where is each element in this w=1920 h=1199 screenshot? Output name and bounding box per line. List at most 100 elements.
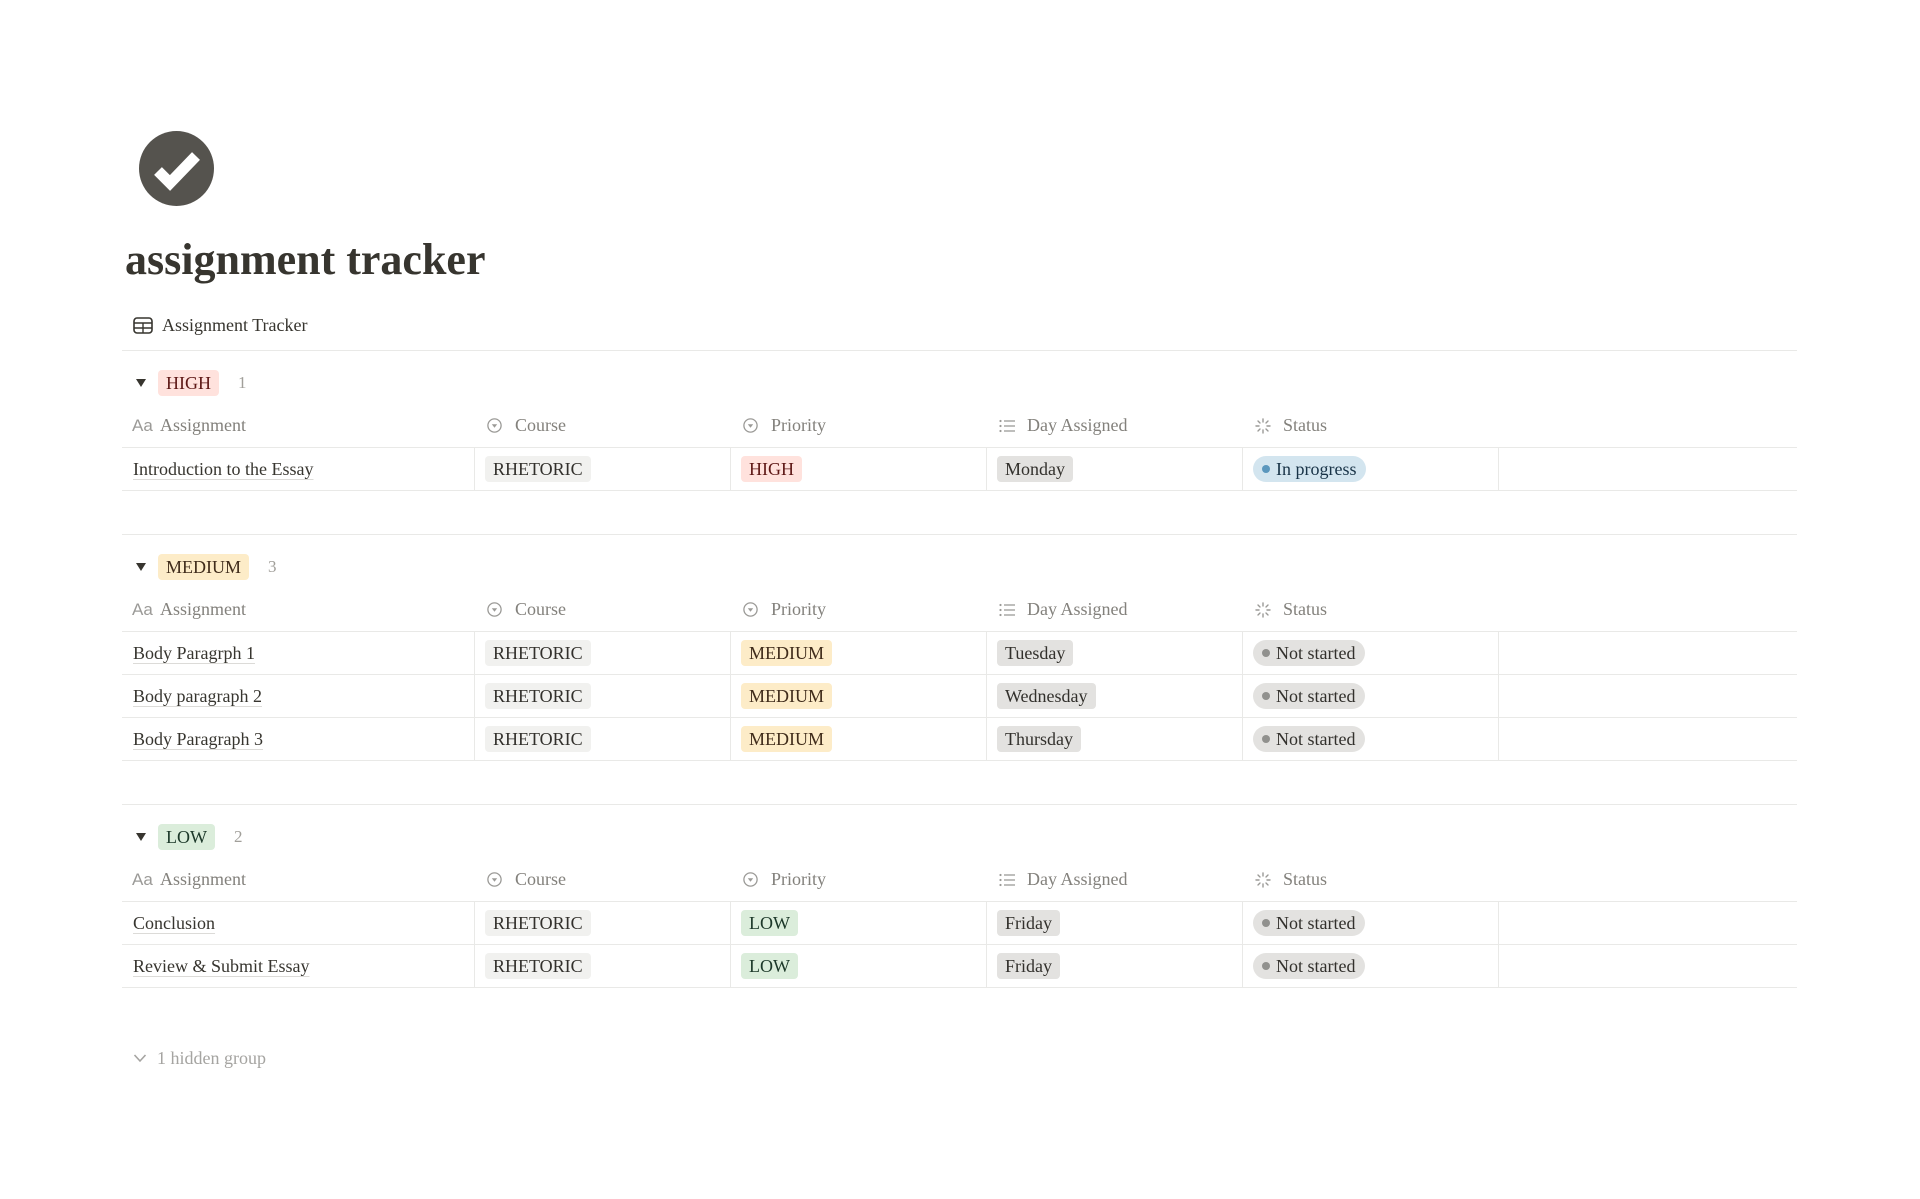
group-label[interactable]: LOW — [158, 824, 215, 850]
grouped-table: HIGH 1 Aa Assignment Course Priority Day … — [122, 350, 1797, 1031]
status-cell[interactable]: In progress — [1243, 448, 1499, 490]
day-assigned-cell[interactable]: Friday — [987, 902, 1243, 944]
status-tag: Not started — [1253, 683, 1366, 709]
status-label: Not started — [1276, 912, 1356, 933]
column-header-day-assigned[interactable]: Day Assigned — [987, 404, 1243, 447]
assignment-cell[interactable]: Body paragraph 2 — [122, 675, 475, 717]
group-low: LOW 2 Aa Assignment Course Priority Day A… — [122, 804, 1797, 1031]
assignment-cell[interactable]: Introduction to the Essay — [122, 448, 475, 490]
empty-cell — [1499, 632, 1797, 674]
column-header-course[interactable]: Course — [475, 404, 731, 447]
column-header-status[interactable]: Status — [1243, 404, 1499, 447]
priority-cell[interactable]: LOW — [731, 945, 987, 987]
assignment-title[interactable]: Introduction to the Essay — [133, 459, 313, 480]
column-header-day-assigned[interactable]: Day Assigned — [987, 588, 1243, 631]
column-header-status[interactable]: Status — [1243, 588, 1499, 631]
assignment-title[interactable]: Conclusion — [133, 913, 215, 934]
course-cell[interactable]: RHETORIC — [475, 448, 731, 490]
assignment-cell[interactable]: Body Paragrph 1 — [122, 632, 475, 674]
course-cell[interactable]: RHETORIC — [475, 718, 731, 760]
group-label[interactable]: MEDIUM — [158, 554, 249, 580]
group-collapse-toggle[interactable] — [133, 554, 153, 580]
column-header-row: Aa Assignment Course Priority Day Assigne… — [122, 404, 1797, 448]
hidden-groups-toggle[interactable]: 1 hidden group — [133, 1044, 266, 1072]
status-cell[interactable]: Not started — [1243, 945, 1499, 987]
page-title[interactable]: assignment tracker — [125, 234, 486, 286]
status-tag: Not started — [1253, 953, 1366, 979]
day-assigned-cell[interactable]: Thursday — [987, 718, 1243, 760]
course-cell[interactable]: RHETORIC — [475, 945, 731, 987]
table-row[interactable]: Introduction to the Essay RHETORIC HIGH … — [122, 448, 1797, 491]
table-row[interactable]: Conclusion RHETORIC LOW Friday Not start… — [122, 902, 1797, 945]
column-header-priority[interactable]: Priority — [731, 858, 987, 901]
column-header-priority[interactable]: Priority — [731, 588, 987, 631]
group-collapse-toggle[interactable] — [133, 370, 153, 396]
status-cell[interactable]: Not started — [1243, 718, 1499, 760]
multi-select-property-icon — [999, 603, 1027, 617]
column-header-course[interactable]: Course — [475, 858, 731, 901]
column-header-assignment[interactable]: Aa Assignment — [122, 588, 475, 631]
column-header-course[interactable]: Course — [475, 588, 731, 631]
priority-cell[interactable]: HIGH — [731, 448, 987, 490]
group-collapse-toggle[interactable] — [133, 824, 153, 850]
priority-cell[interactable]: LOW — [731, 902, 987, 944]
course-tag: RHETORIC — [485, 953, 591, 979]
table-row[interactable]: Body Paragrph 1 RHETORIC MEDIUM Tuesday … — [122, 632, 1797, 675]
group-header: LOW 2 — [122, 805, 1797, 858]
view-tab-label: Assignment Tracker — [162, 314, 308, 335]
course-cell[interactable]: RHETORIC — [475, 902, 731, 944]
status-property-icon — [1255, 601, 1283, 618]
course-cell[interactable]: RHETORIC — [475, 632, 731, 674]
status-cell[interactable]: Not started — [1243, 902, 1499, 944]
assignment-cell[interactable]: Conclusion — [122, 902, 475, 944]
assignment-cell[interactable]: Review & Submit Essay — [122, 945, 475, 987]
table-row[interactable]: Review & Submit Essay RHETORIC LOW Frida… — [122, 945, 1797, 988]
assignment-title[interactable]: Body Paragraph 3 — [133, 729, 263, 750]
status-dot-icon — [1262, 735, 1270, 743]
priority-cell[interactable]: MEDIUM — [731, 632, 987, 674]
status-cell[interactable]: Not started — [1243, 632, 1499, 674]
day-assigned-cell[interactable]: Tuesday — [987, 632, 1243, 674]
assignment-cell[interactable]: Body Paragraph 3 — [122, 718, 475, 760]
course-tag: RHETORIC — [485, 640, 591, 666]
assignment-title[interactable]: Body Paragrph 1 — [133, 643, 255, 664]
status-property-icon — [1255, 871, 1283, 888]
status-tag: Not started — [1253, 910, 1366, 936]
day-assigned-cell[interactable]: Wednesday — [987, 675, 1243, 717]
column-header-priority[interactable]: Priority — [731, 404, 987, 447]
priority-tag: MEDIUM — [741, 683, 832, 709]
empty-cell — [1499, 718, 1797, 760]
empty-cell — [1499, 902, 1797, 944]
column-header-assignment[interactable]: Aa Assignment — [122, 404, 475, 447]
column-header-assignment[interactable]: Aa Assignment — [122, 858, 475, 901]
empty-cell — [1499, 448, 1797, 490]
text-property-icon: Aa — [132, 599, 153, 619]
column-label: Status — [1283, 869, 1328, 889]
course-tag: RHETORIC — [485, 683, 591, 709]
group-label[interactable]: HIGH — [158, 370, 219, 396]
column-label: Priority — [771, 869, 827, 889]
priority-tag: LOW — [741, 953, 798, 979]
column-header-status[interactable]: Status — [1243, 858, 1499, 901]
select-property-icon — [487, 872, 515, 887]
day-assigned-cell[interactable]: Friday — [987, 945, 1243, 987]
course-tag: RHETORIC — [485, 726, 591, 752]
group-count: 2 — [233, 827, 243, 846]
course-cell[interactable]: RHETORIC — [475, 675, 731, 717]
group-count: 3 — [268, 557, 277, 576]
view-tab-assignment-tracker[interactable]: Assignment Tracker — [133, 313, 308, 337]
table-row[interactable]: Body Paragraph 3 RHETORIC MEDIUM Thursda… — [122, 718, 1797, 761]
multi-select-property-icon — [999, 873, 1027, 887]
priority-cell[interactable]: MEDIUM — [731, 675, 987, 717]
assignment-title[interactable]: Review & Submit Essay — [133, 956, 310, 977]
status-cell[interactable]: Not started — [1243, 675, 1499, 717]
select-property-icon — [487, 418, 515, 433]
triangle-down-icon — [136, 833, 146, 841]
day-assigned-cell[interactable]: Monday — [987, 448, 1243, 490]
table-row[interactable]: Body paragraph 2 RHETORIC MEDIUM Wednesd… — [122, 675, 1797, 718]
check-circle-icon[interactable] — [139, 131, 214, 206]
assignment-title[interactable]: Body paragraph 2 — [133, 686, 262, 707]
column-header-day-assigned[interactable]: Day Assigned — [987, 858, 1243, 901]
column-label: Course — [515, 415, 566, 435]
priority-cell[interactable]: MEDIUM — [731, 718, 987, 760]
